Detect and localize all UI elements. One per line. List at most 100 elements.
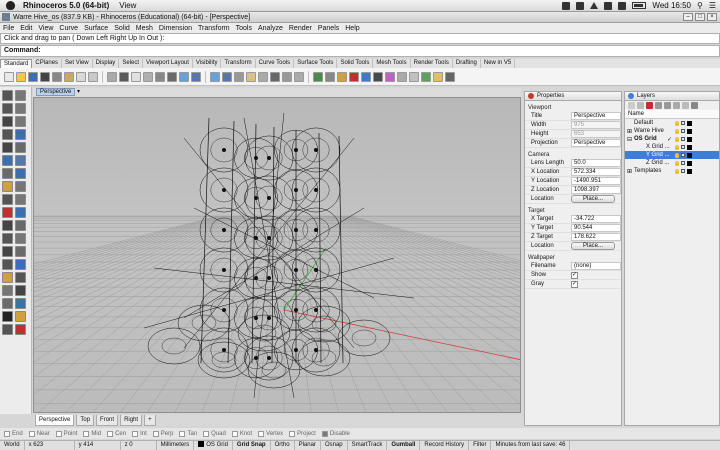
toolbar-tool-icon[interactable] — [313, 71, 323, 82]
checkbox-icon[interactable] — [179, 430, 186, 437]
layer-color-swatch[interactable] — [687, 144, 692, 150]
toolbar-tab-transform[interactable]: Transform — [221, 59, 256, 68]
checkbox-icon[interactable] — [152, 430, 159, 437]
toolbar-tool-icon[interactable] — [40, 71, 50, 82]
sidebar-tool-icon[interactable] — [15, 129, 26, 140]
property-value-x-target[interactable]: -34.722 — [571, 215, 621, 223]
viewport-title[interactable]: Perspective — [36, 88, 76, 96]
layer-row-warre-hive[interactable]: ⊞ Warre Hive — [625, 127, 719, 135]
osnap-knot[interactable]: Knot — [231, 430, 252, 437]
menu-solid[interactable]: Solid — [114, 25, 130, 32]
sidebar-tool-icon[interactable] — [2, 285, 13, 296]
menu-view[interactable]: View — [38, 25, 53, 32]
property-value-projection[interactable]: Perspective — [571, 139, 621, 147]
property-value-z-location[interactable]: 1098.397 — [571, 186, 621, 194]
place-button[interactable]: Place... — [571, 242, 615, 250]
minimize-button[interactable]: – — [683, 13, 693, 21]
toolbar-tool-icon[interactable] — [107, 71, 117, 82]
bulb-icon[interactable] — [675, 136, 679, 142]
sidebar-tool-icon[interactable] — [15, 155, 26, 166]
property-value-y-target[interactable]: 90.544 — [571, 224, 621, 232]
toolbar-tool-icon[interactable] — [131, 71, 141, 82]
bulb-icon[interactable] — [675, 144, 679, 150]
toolbar-tool-icon[interactable] — [270, 71, 280, 82]
osnap-int[interactable]: Int — [132, 430, 147, 437]
layer-color-swatch[interactable] — [687, 120, 692, 126]
toolbar-tool-icon[interactable] — [167, 71, 177, 82]
osnap-project[interactable]: Project — [289, 430, 316, 437]
properties-panel-header[interactable]: Properties — [525, 92, 621, 101]
bluetooth-icon[interactable] — [604, 1, 613, 10]
toolbar-tab-visibility[interactable]: Visibility — [193, 59, 222, 68]
toolbar-tool-icon[interactable] — [28, 71, 38, 82]
checkbox-icon[interactable] — [321, 430, 328, 437]
status-toggle-planar[interactable]: Planar — [295, 441, 321, 450]
toolbar-tool-icon[interactable] — [222, 71, 232, 82]
sidebar-tool-icon[interactable] — [2, 116, 13, 127]
status-cplane[interactable]: World — [0, 441, 25, 450]
viewport-tab-top[interactable]: Top — [76, 415, 95, 426]
checkbox-icon[interactable] — [4, 430, 10, 437]
sidebar-tool-icon[interactable] — [2, 181, 13, 192]
sidebar-tool-icon[interactable] — [15, 194, 26, 205]
app-status-icon[interactable] — [562, 1, 571, 10]
toolbar-tool-icon[interactable] — [349, 71, 359, 82]
property-checkbox-show[interactable]: ✓ — [571, 271, 578, 279]
sidebar-tool-icon[interactable] — [2, 207, 13, 218]
toolbar-tab-select[interactable]: Select — [119, 59, 143, 68]
toolbar-tool-icon[interactable] — [52, 71, 62, 82]
sidebar-tool-icon[interactable] — [15, 90, 26, 101]
menu-file[interactable]: File — [3, 25, 14, 32]
toolbar-tool-icon[interactable] — [361, 71, 371, 82]
bulb-icon[interactable] — [675, 160, 679, 166]
toolbar-tool-icon[interactable] — [421, 71, 431, 82]
status-toggle-gumball[interactable]: Gumball — [387, 441, 421, 450]
sidebar-tool-icon[interactable] — [2, 233, 13, 244]
menu-transform[interactable]: Transform — [198, 25, 230, 32]
osnap-vertex[interactable]: Vertex — [258, 430, 283, 437]
status-toggle-osnap[interactable]: Osnap — [321, 441, 348, 450]
apple-icon[interactable] — [6, 1, 15, 10]
sidebar-tool-icon[interactable] — [2, 298, 13, 309]
checkbox-icon[interactable] — [28, 430, 35, 437]
layer-row-os-grid[interactable]: ⊟ OS Grid ✓ — [625, 135, 719, 143]
sidebar-tool-icon[interactable] — [2, 246, 13, 257]
osnap-point[interactable]: Point — [55, 430, 77, 437]
checkbox-icon[interactable] — [231, 430, 238, 437]
sidebar-tool-icon[interactable] — [15, 259, 26, 270]
checkbox-icon[interactable] — [55, 430, 62, 437]
toolbar-tool-icon[interactable] — [282, 71, 292, 82]
volume-icon[interactable] — [618, 1, 627, 10]
sidebar-tool-icon[interactable] — [2, 220, 13, 231]
toolbar-tool-icon[interactable] — [246, 71, 256, 82]
place-button[interactable]: Place... — [571, 195, 615, 203]
osnap-cen[interactable]: Cen — [107, 430, 126, 437]
status-toggle-ortho[interactable]: Ortho — [271, 441, 295, 450]
checkbox-icon[interactable] — [83, 430, 90, 437]
toolbar-tool-icon[interactable] — [76, 71, 86, 82]
layer-row-templates[interactable]: ⊞ Templates — [625, 167, 719, 175]
toolbar-tool-icon[interactable] — [191, 71, 201, 82]
viewport-canvas[interactable] — [34, 98, 521, 413]
lock-icon[interactable] — [681, 161, 685, 165]
osnap-quad[interactable]: Quad — [203, 430, 226, 437]
bulb-icon[interactable] — [675, 128, 679, 134]
toolbar-tab-cplanes[interactable]: CPlanes — [32, 59, 63, 68]
app-name[interactable]: Rhinoceros 5.0 (64-bit) — [23, 1, 109, 10]
checkbox-icon[interactable] — [203, 430, 210, 437]
toolbar-tab-viewport-layout[interactable]: Viewport Layout — [143, 59, 193, 68]
menu-dimension[interactable]: Dimension — [159, 25, 192, 32]
toolbar-tool-icon[interactable] — [119, 71, 129, 82]
viewport-tab-add[interactable]: + — [144, 415, 156, 426]
property-value-lens-length[interactable]: 50.0 — [571, 159, 621, 167]
expander-icon[interactable]: ⊞ — [627, 128, 632, 135]
toolbar-tool-icon[interactable] — [385, 71, 395, 82]
menu-help[interactable]: Help — [345, 25, 359, 32]
checkbox-icon[interactable] — [107, 430, 114, 437]
osnap-near[interactable]: Near — [28, 430, 50, 437]
bulb-icon[interactable] — [675, 168, 679, 174]
sidebar-tool-icon[interactable] — [15, 142, 26, 153]
toolbar-tool-icon[interactable] — [397, 71, 407, 82]
lock-icon[interactable] — [681, 145, 685, 149]
toolbar-tool-icon[interactable] — [16, 71, 26, 82]
